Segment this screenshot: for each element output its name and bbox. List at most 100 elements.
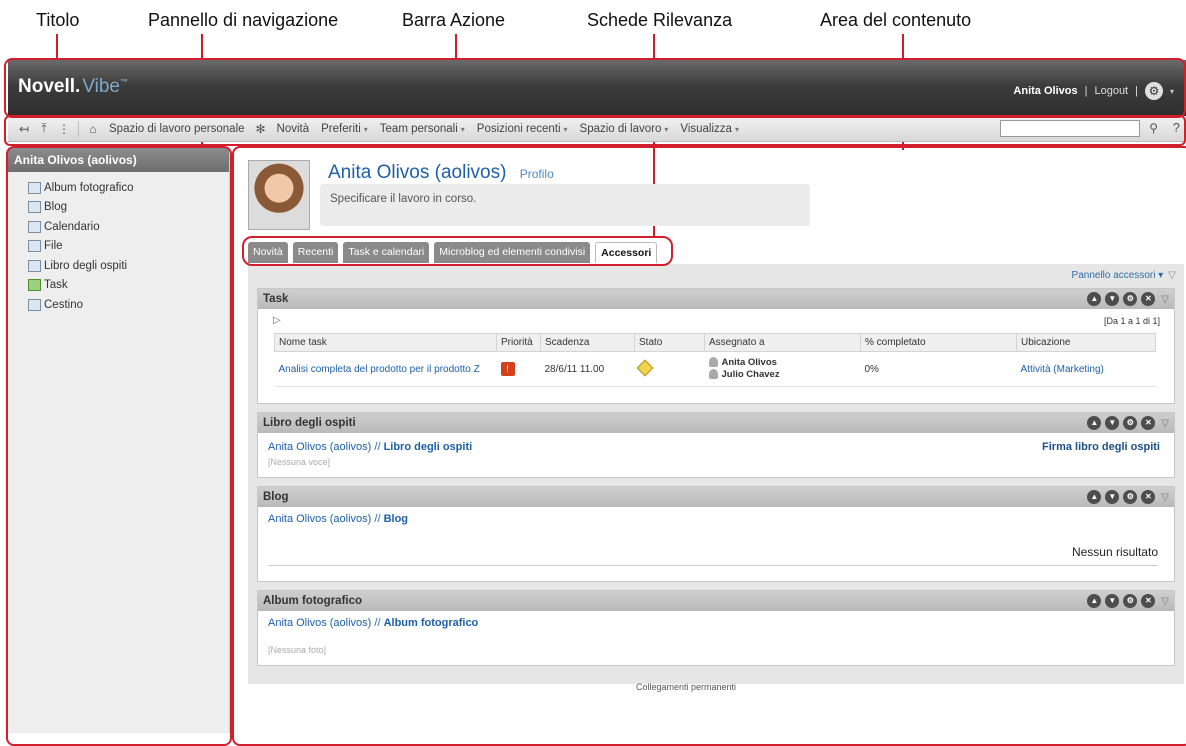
priority-icon: ! — [500, 362, 515, 376]
accessory-panel: Pannello accessori ▾ ▽ Task ▲ ▼ ⚙ ✕ ▽ ▷ [… — [248, 264, 1184, 684]
action-novita[interactable]: Novità — [271, 123, 316, 135]
nav-item-blog[interactable]: Blog — [28, 198, 229, 218]
relevance-tabs: Novità Recenti Task e calendari Microblo… — [248, 242, 658, 263]
pager: [Da 1 a 1 di 1] — [1103, 316, 1160, 326]
upload-icon[interactable]: ⤒ — [34, 121, 54, 136]
empty-message: [Nessuna voce] — [268, 457, 331, 467]
app-logo: Novell. Vibe™ — [18, 76, 128, 97]
action-team-personali[interactable]: Team personali ▾ — [374, 123, 471, 135]
task-location-link[interactable]: Attività (Marketing) — [1021, 364, 1104, 375]
column-header[interactable]: % completato — [860, 333, 1017, 352]
table-header: Nome task Priorità Scadenza Stato Assegn… — [274, 333, 1156, 352]
expand-icon[interactable]: ▷ — [273, 315, 281, 326]
move-down-icon[interactable]: ▼ — [1105, 490, 1120, 504]
profile-name-link[interactable]: Anita Olivos (aolivos) — [328, 162, 506, 183]
settings-icon[interactable]: ⚙ — [1123, 594, 1138, 608]
action-visualizza[interactable]: Visualizza ▾ — [674, 123, 745, 135]
avatar[interactable] — [248, 160, 310, 230]
collapse-icon[interactable]: ▽ — [1161, 294, 1169, 305]
accessory-controls: ▲ ▼ ⚙ ✕ ▽ — [1087, 292, 1169, 306]
profile-link[interactable]: Profilo — [520, 167, 554, 181]
blog-icon — [28, 201, 41, 214]
breadcrumb: Anita Olivos (aolivos) // Album fotograf… — [268, 617, 479, 629]
accessory-header: Blog ▲ ▼ ⚙ ✕ ▽ — [258, 487, 1174, 507]
move-down-icon[interactable]: ▼ — [1105, 594, 1120, 608]
profile-heading: Anita Olivos (aolivos) Profilo — [328, 162, 554, 184]
user-name-link[interactable]: Anita Olivos — [1013, 85, 1077, 97]
nav-item-album[interactable]: Album fotografico — [28, 178, 229, 198]
collapse-icon[interactable]: ▽ — [1168, 270, 1176, 281]
accessory-panel-menu[interactable]: Pannello accessori ▾ ▽ — [1072, 270, 1176, 281]
task-link[interactable]: Analisi completa del prodotto per il pro… — [279, 364, 480, 375]
column-header[interactable]: Scadenza — [540, 333, 635, 352]
collapse-icon[interactable]: ▽ — [1161, 492, 1169, 503]
accessory-controls: ▲ ▼ ⚙ ✕ ▽ — [1087, 416, 1169, 430]
sign-guestbook-link[interactable]: Firma libro degli ospiti — [1042, 441, 1160, 453]
tab-novita[interactable]: Novità — [248, 242, 288, 263]
navigation-panel: Anita Olivos (aolivos) Album fotografico… — [8, 148, 230, 733]
search-icon[interactable]: ⚲ — [1149, 121, 1158, 135]
settings-icon[interactable]: ⚙ — [1123, 416, 1138, 430]
callout-contenuto: Area del contenuto — [820, 10, 972, 30]
status-input[interactable]: Specificare il lavoro in corso. — [320, 184, 810, 226]
callout-rilevanza: Schede Rilevanza — [587, 10, 733, 30]
close-icon[interactable]: ✕ — [1141, 292, 1156, 306]
user-nav: Anita Olivos | Logout | ⚙ ▾ — [1013, 82, 1174, 100]
action-spazio-di-lavoro[interactable]: Spazio di lavoro ▾ — [574, 123, 675, 135]
move-up-icon[interactable]: ▲ — [1087, 416, 1102, 430]
home-icon: ⌂ — [89, 121, 97, 136]
tree-icon[interactable]: ⋮ — [54, 122, 74, 136]
calendar-icon — [28, 220, 41, 233]
move-up-icon[interactable]: ▲ — [1087, 490, 1102, 504]
guestbook-icon — [28, 259, 41, 272]
accessory-controls: ▲ ▼ ⚙ ✕ ▽ — [1087, 490, 1169, 504]
gear-icon[interactable]: ⚙ — [1144, 82, 1163, 100]
column-header[interactable]: Assegnato a — [704, 333, 861, 352]
move-down-icon[interactable]: ▼ — [1105, 292, 1120, 306]
column-header[interactable]: Stato — [634, 333, 705, 352]
collapse-icon[interactable]: ▽ — [1161, 418, 1169, 429]
tab-recenti[interactable]: Recenti — [292, 242, 339, 263]
tab-task-calendari[interactable]: Task e calendari — [343, 242, 430, 263]
nav-item-cestino[interactable]: Cestino — [28, 295, 229, 315]
move-up-icon[interactable]: ▲ — [1087, 292, 1102, 306]
user-icon — [708, 357, 718, 368]
search-input[interactable] — [1000, 120, 1140, 137]
no-results: Nessun risultato — [1071, 545, 1158, 559]
move-down-icon[interactable]: ▼ — [1105, 416, 1120, 430]
settings-icon[interactable]: ⚙ — [1123, 490, 1138, 504]
collapse-icon[interactable]: ▽ — [1161, 596, 1169, 607]
logout-link[interactable]: Logout — [1094, 85, 1128, 97]
action-personal-workspace[interactable]: Spazio di lavoro personale — [103, 123, 251, 135]
close-icon[interactable]: ✕ — [1141, 416, 1156, 430]
permalinks-link[interactable]: Collegamenti permanenti — [636, 682, 736, 692]
task-icon — [28, 279, 41, 292]
nav-item-file[interactable]: File — [28, 237, 229, 257]
status-icon[interactable] — [636, 359, 653, 376]
nav-item-calendario[interactable]: Calendario — [28, 217, 229, 237]
action-posizioni-recenti[interactable]: Posizioni recenti ▾ — [471, 123, 574, 135]
settings-icon[interactable]: ⚙ — [1123, 292, 1138, 306]
task-due: 28/6/11 11.00 — [540, 351, 635, 387]
tab-microblog[interactable]: Microblog ed elementi condivisi — [434, 242, 591, 263]
nav-item-libro-ospiti[interactable]: Libro degli ospiti — [28, 256, 229, 276]
breadcrumb: Anita Olivos (aolivos) // Libro degli os… — [268, 441, 473, 453]
tab-accessori[interactable]: Accessori — [595, 242, 658, 263]
back-icon[interactable]: ↤ — [14, 122, 34, 136]
empty-message: [Nessuna foto] — [268, 645, 327, 655]
column-header[interactable]: Nome task — [274, 333, 497, 352]
help-icon[interactable]: ? — [1173, 120, 1180, 135]
nav-item-task[interactable]: Task — [28, 276, 229, 296]
callout-azione: Barra Azione — [402, 10, 506, 30]
new-icon: ✻ — [255, 121, 266, 136]
action-preferiti[interactable]: Preferiti ▾ — [315, 123, 374, 135]
divider: | — [1084, 85, 1088, 97]
close-icon[interactable]: ✕ — [1141, 490, 1156, 504]
move-up-icon[interactable]: ▲ — [1087, 594, 1102, 608]
column-header[interactable]: Priorità — [496, 333, 541, 352]
accessory-controls: ▲ ▼ ⚙ ✕ ▽ — [1087, 594, 1169, 608]
chevron-down-icon[interactable]: ▾ — [1170, 87, 1174, 96]
close-icon[interactable]: ✕ — [1141, 594, 1156, 608]
content-area: Anita Olivos (aolivos) Profilo Specifica… — [236, 148, 1186, 733]
column-header[interactable]: Ubicazione — [1016, 333, 1156, 352]
